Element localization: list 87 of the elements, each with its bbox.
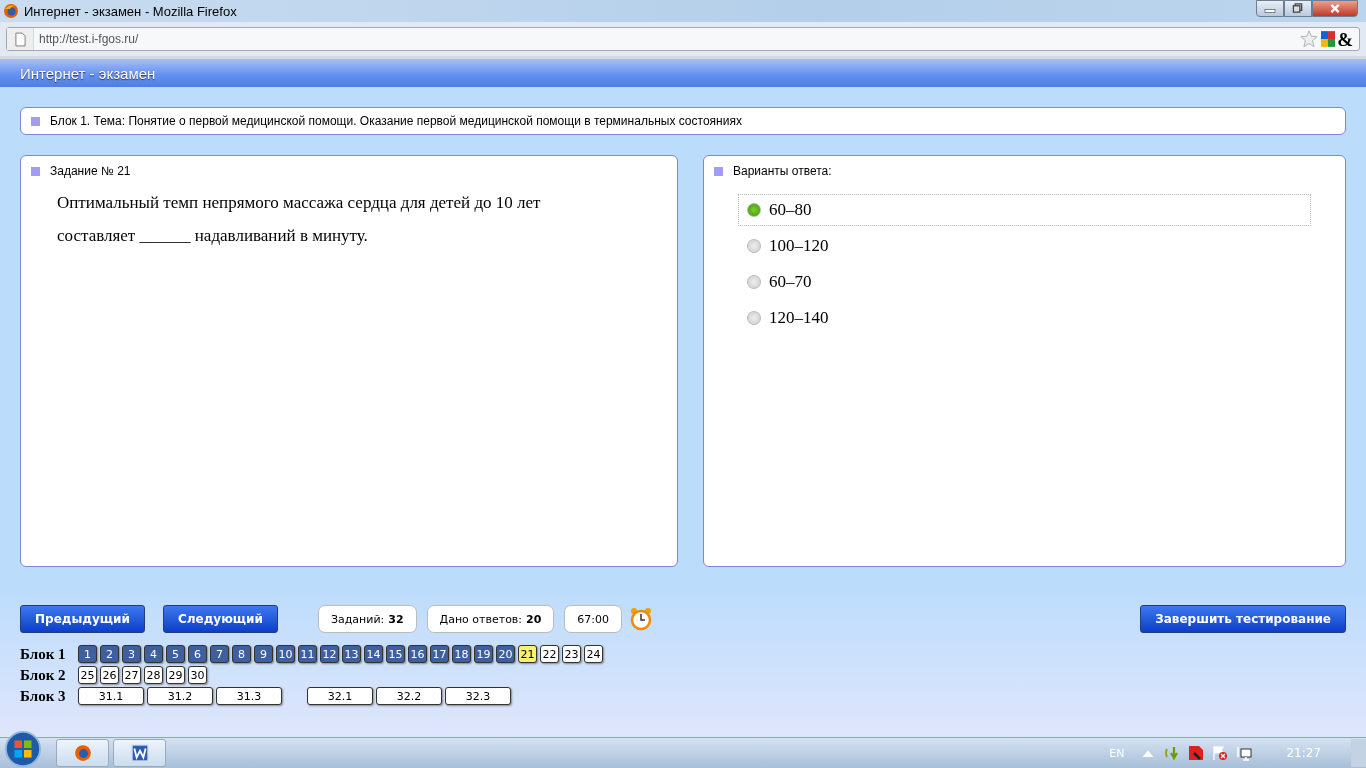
radio-button[interactable] bbox=[747, 275, 761, 289]
question-number-button[interactable]: 32.3 bbox=[445, 687, 511, 705]
question-number-button[interactable]: 1 bbox=[78, 645, 97, 663]
square-bullet-icon bbox=[31, 116, 40, 126]
question-number-button[interactable]: 15 bbox=[386, 645, 405, 663]
question-number-button[interactable]: 21 bbox=[518, 645, 537, 663]
question-number-button[interactable]: 17 bbox=[430, 645, 449, 663]
question-number-button[interactable]: 8 bbox=[232, 645, 251, 663]
question-number-button[interactable]: 16 bbox=[408, 645, 427, 663]
radio-button[interactable] bbox=[747, 311, 761, 325]
ampersand-icon[interactable]: & bbox=[1337, 29, 1353, 49]
question-number-button[interactable]: 31.1 bbox=[78, 687, 144, 705]
stat-box: Дано ответов: 20 bbox=[426, 605, 555, 633]
square-bullet-icon bbox=[714, 166, 723, 176]
firefox-logo-icon bbox=[3, 3, 19, 19]
question-number-button[interactable]: 32.2 bbox=[376, 687, 442, 705]
question-number-button[interactable]: 7 bbox=[210, 645, 229, 663]
question-number-button[interactable]: 18 bbox=[452, 645, 471, 663]
option-label: 60–70 bbox=[769, 272, 812, 292]
question-number-button[interactable]: 24 bbox=[584, 645, 603, 663]
question-number-button[interactable]: 23 bbox=[562, 645, 581, 663]
answer-option[interactable]: 120–140 bbox=[738, 302, 1311, 334]
alarm-clock-icon bbox=[630, 607, 653, 631]
square-bullet-icon bbox=[31, 166, 40, 176]
question-number-button[interactable]: 5 bbox=[166, 645, 185, 663]
taskbar-document-button[interactable] bbox=[113, 739, 166, 767]
task-heading: Задание № 21 bbox=[50, 164, 131, 178]
answer-option[interactable]: 60–80 bbox=[738, 194, 1311, 226]
answers-heading: Варианты ответа: bbox=[733, 164, 832, 178]
question-number-button[interactable]: 14 bbox=[364, 645, 383, 663]
answer-option[interactable]: 60–70 bbox=[738, 266, 1311, 298]
radio-button[interactable] bbox=[747, 203, 761, 217]
block-label: Блок 2 bbox=[20, 666, 67, 684]
flag-error-icon[interactable] bbox=[1212, 745, 1229, 761]
question-number-button[interactable]: 31.2 bbox=[147, 687, 213, 705]
question-number-button[interactable]: 9 bbox=[254, 645, 273, 663]
antivirus-icon[interactable] bbox=[1188, 745, 1205, 761]
question-number-button[interactable]: 28 bbox=[144, 666, 163, 684]
stat-box: Заданий: 32 bbox=[317, 605, 417, 633]
question-number-button[interactable]: 10 bbox=[276, 645, 295, 663]
question-number-button[interactable]: 11 bbox=[298, 645, 317, 663]
answer-option[interactable]: 100–120 bbox=[738, 230, 1311, 262]
minimize-button[interactable] bbox=[1256, 0, 1284, 17]
question-number-button[interactable]: 13 bbox=[342, 645, 361, 663]
question-number-button[interactable]: 19 bbox=[474, 645, 493, 663]
option-label: 60–80 bbox=[769, 200, 812, 220]
question-number-button[interactable]: 31.3 bbox=[216, 687, 282, 705]
colored-blocks-icon[interactable] bbox=[1321, 31, 1336, 47]
network-arrow-icon[interactable] bbox=[1164, 745, 1181, 761]
question-text: Оптимальный темп непрямого массажа сердца для детей до 10 лет составляет ______ надавливаний в минуту. bbox=[57, 192, 542, 247]
block-topic: Блок 1. Тема: Понятие о первой медицинской помощи. Оказание первой медицинской помощи в терминальных состояниях bbox=[50, 114, 742, 128]
taskbar-browser-button[interactable] bbox=[56, 739, 109, 767]
start-button[interactable] bbox=[4, 730, 42, 768]
question-number-button[interactable]: 22 bbox=[540, 645, 559, 663]
next-button[interactable]: Следующий bbox=[162, 605, 278, 633]
close-button[interactable] bbox=[1312, 0, 1358, 17]
question-number-button[interactable]: 20 bbox=[496, 645, 515, 663]
finish-test-button[interactable]: Завершить тестирование bbox=[1140, 605, 1346, 633]
question-number-button[interactable]: 12 bbox=[320, 645, 339, 663]
address-bar[interactable]: http://test.i-fgos.ru/ & bbox=[6, 27, 1360, 51]
page-icon bbox=[14, 31, 26, 47]
question-number-button[interactable]: 26 bbox=[100, 666, 119, 684]
timer: 67:00 bbox=[564, 605, 623, 633]
question-number-button[interactable]: 29 bbox=[166, 666, 185, 684]
question-number-button[interactable]: 27 bbox=[122, 666, 141, 684]
restore-button[interactable] bbox=[1284, 0, 1312, 17]
window-title: Интернет - экзамен - Mozilla Firefox bbox=[24, 3, 238, 19]
question-number-button[interactable]: 32.1 bbox=[307, 687, 373, 705]
radio-button[interactable] bbox=[747, 239, 761, 253]
option-label: 100–120 bbox=[769, 236, 829, 256]
bookmark-star-icon[interactable] bbox=[1300, 30, 1319, 48]
question-number-button[interactable]: 25 bbox=[78, 666, 97, 684]
question-number-button[interactable]: 3 bbox=[122, 645, 141, 663]
restore-icon bbox=[1291, 3, 1305, 14]
app-title: Интернет - экзамен bbox=[20, 64, 156, 82]
question-number-button[interactable]: 2 bbox=[100, 645, 119, 663]
option-label: 120–140 bbox=[769, 308, 829, 328]
question-number-button[interactable]: 4 bbox=[144, 645, 163, 663]
document-w-icon bbox=[130, 744, 149, 762]
block-label: Блок 1 bbox=[20, 645, 67, 663]
question-number-button[interactable]: 6 bbox=[188, 645, 207, 663]
question-number-button[interactable]: 30 bbox=[188, 666, 207, 684]
firefox-logo-icon bbox=[73, 744, 92, 762]
network-monitor-icon[interactable] bbox=[1236, 745, 1253, 761]
previous-button[interactable]: Предыдущий bbox=[20, 605, 145, 633]
block-label: Блок 3 bbox=[20, 687, 67, 705]
close-icon bbox=[1328, 3, 1342, 14]
